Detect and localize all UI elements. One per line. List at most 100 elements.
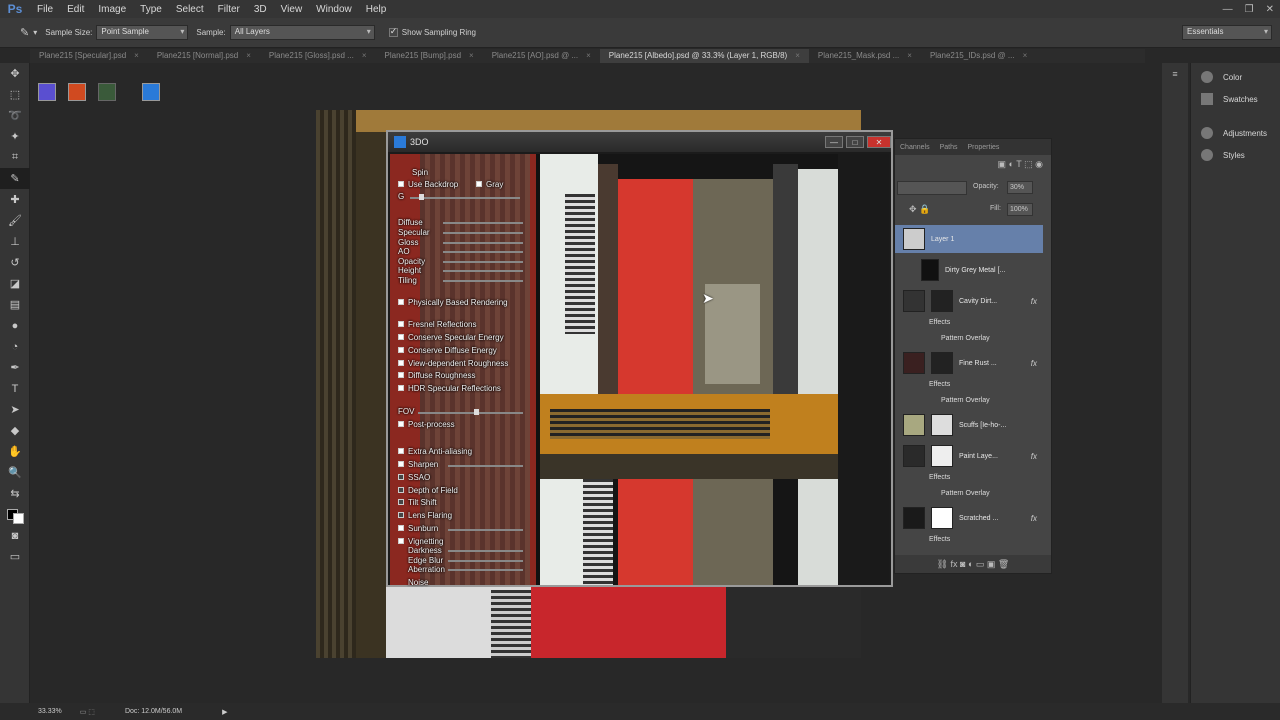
plugin-icon[interactable] [38, 83, 56, 101]
menu-filter[interactable]: Filter [211, 4, 247, 15]
tab-properties[interactable]: Properties [962, 144, 1004, 151]
close-icon[interactable]: × [246, 51, 251, 60]
eraser-tool-icon[interactable]: ◪ [0, 273, 30, 294]
conserve-spec-checkbox[interactable]: Conserve Specular Energy [398, 333, 504, 342]
conserve-diff-checkbox[interactable]: Conserve Diffuse Energy [398, 346, 497, 355]
menu-image[interactable]: Image [91, 4, 133, 15]
ssao-checkbox[interactable]: SSAO [398, 473, 430, 482]
blur-tool-icon[interactable]: ● [0, 315, 30, 336]
tab-mask[interactable]: Plane215_Mask.psd ... × [809, 49, 921, 63]
sample-size-select[interactable]: Point Sample [96, 25, 189, 40]
zoom-level[interactable]: 33.33% [38, 708, 62, 715]
close-icon[interactable]: × [469, 51, 474, 60]
close-icon[interactable]: ✕ [1266, 4, 1274, 15]
blend-mode-select[interactable] [897, 181, 967, 195]
extra-aa-checkbox[interactable]: Extra Anti-aliasing [398, 447, 472, 456]
maximize-button[interactable]: □ [846, 136, 864, 148]
3d-viewport[interactable] [390, 154, 889, 585]
layer-row[interactable]: Paint Laye... fx [895, 442, 1043, 470]
healing-tool-icon[interactable]: ✚ [0, 189, 30, 210]
plugin-icon[interactable] [98, 83, 116, 101]
close-icon[interactable]: × [586, 51, 591, 60]
brush-tool-icon[interactable]: 🖌 [0, 210, 30, 231]
type-tool-icon[interactable]: T [0, 378, 30, 399]
eyedropper-tool-icon[interactable]: ✎ [0, 168, 30, 189]
fx-icon[interactable]: fx [1031, 359, 1037, 368]
close-icon[interactable]: × [134, 51, 139, 60]
use-backdrop-checkbox[interactable]: Use Backdrop [398, 180, 458, 189]
spin-checkbox[interactable]: Spin [398, 168, 428, 177]
opacity-field[interactable]: 30% [1007, 181, 1033, 194]
panel-swatches[interactable]: Swatches [1191, 88, 1280, 110]
lens-flaring-checkbox[interactable]: Lens Flaring [398, 511, 452, 520]
panel-color[interactable]: Color [1191, 66, 1280, 88]
quick-mask-icon[interactable]: ◙ [0, 525, 30, 546]
pbr-checkbox[interactable]: Physically Based Rendering [398, 298, 508, 307]
status-arrow-icon[interactable]: ▶ [222, 708, 227, 716]
g-slider-thumb[interactable] [419, 194, 424, 200]
3do-window[interactable]: 3DO — □ ✕ Spin Use Backdrop Gray G Diffu… [386, 130, 893, 587]
layer-filter-icons[interactable]: ▣ ◐ T ⬚ ◉ [899, 159, 1049, 173]
fresnel-checkbox[interactable]: Fresnel Reflections [398, 320, 476, 329]
sunburn-slider[interactable] [448, 529, 523, 531]
fov-slider[interactable] [418, 412, 523, 414]
layer-row[interactable]: Cavity Dirt... fx [895, 287, 1043, 315]
layer-row[interactable]: Fine Rust ... fx [895, 349, 1043, 377]
crop-tool-icon[interactable]: ⌗ [0, 147, 30, 168]
menu-file[interactable]: File [30, 4, 60, 15]
tiling-slider[interactable] [443, 280, 523, 282]
menu-edit[interactable]: Edit [60, 4, 91, 15]
eyedropper-icon[interactable]: ✎ [20, 26, 29, 39]
workspace-select[interactable]: Essentials [1182, 25, 1272, 40]
fov-slider-thumb[interactable] [474, 409, 479, 415]
menu-window[interactable]: Window [309, 4, 359, 15]
gray-checkbox[interactable]: Gray [476, 180, 503, 189]
tab-specular[interactable]: Plane215 [Specular].psd × [30, 49, 148, 63]
plugin-icon[interactable] [68, 83, 86, 101]
vignetting-checkbox[interactable]: Vignetting [398, 537, 443, 546]
zoom-tool-icon[interactable]: 🔍 [0, 462, 30, 483]
chevron-down-icon[interactable]: ▾ [33, 28, 37, 37]
layers-footer-icons[interactable]: ⛓ fx ◙ ◐ ▭ ▣ 🗑 [895, 555, 1051, 573]
aberration-slider[interactable] [448, 569, 523, 571]
color-swatches-icon[interactable] [0, 504, 30, 525]
path-select-icon[interactable]: ➤ [0, 399, 30, 420]
screen-mode-icon[interactable]: ▭ [0, 546, 30, 567]
pen-tool-icon[interactable]: ✒ [0, 357, 30, 378]
panel-adjustments[interactable]: Adjustments [1191, 122, 1280, 144]
tab-channels[interactable]: Channels [895, 144, 935, 151]
layer-row[interactable]: Scratched ... fx [895, 504, 1043, 532]
gradient-tool-icon[interactable]: ▤ [0, 294, 30, 315]
history-brush-icon[interactable]: ↺ [0, 252, 30, 273]
menu-view[interactable]: View [274, 4, 310, 15]
sharpen-checkbox[interactable]: Sharpen [398, 460, 438, 469]
3do-titlebar[interactable]: 3DO — □ ✕ [388, 132, 891, 152]
edge-blur-slider[interactable] [448, 560, 523, 562]
fill-field[interactable]: 100% [1007, 203, 1033, 216]
close-icon[interactable]: × [907, 51, 912, 60]
hdr-spec-checkbox[interactable]: HDR Specular Reflections [398, 384, 501, 393]
tab-ao[interactable]: Plane215 [AO].psd @ ... × [483, 49, 600, 63]
close-icon[interactable]: × [795, 51, 800, 60]
sample-select[interactable]: All Layers [229, 25, 375, 40]
tab-paths[interactable]: Paths [935, 144, 963, 151]
close-icon[interactable]: × [1023, 51, 1028, 60]
g-slider[interactable] [410, 197, 520, 199]
panel-styles[interactable]: Styles [1191, 144, 1280, 166]
menu-select[interactable]: Select [169, 4, 211, 15]
layer-row[interactable]: Dirty Grey Metal [... [895, 256, 1043, 284]
hand-tool-icon[interactable]: ✋ [0, 441, 30, 462]
view-rough-checkbox[interactable]: View-dependent Roughness [398, 359, 508, 368]
tab-normal[interactable]: Plane215 [Normal].psd × [148, 49, 260, 63]
lock-icons[interactable]: ✥ 🔒 [909, 204, 930, 215]
darkness-slider[interactable] [448, 550, 523, 552]
show-ring-checkbox[interactable] [388, 26, 398, 37]
layer-row[interactable]: Scuffs [Ie-ho-... [895, 411, 1043, 439]
dof-checkbox[interactable]: Depth of Field [398, 486, 458, 495]
fx-icon[interactable]: fx [1031, 514, 1037, 523]
restore-icon[interactable]: ❐ [1245, 4, 1254, 15]
3do-launch-icon[interactable] [142, 83, 160, 101]
specular-slider[interactable] [443, 232, 523, 234]
tab-ids[interactable]: Plane215_IDs.psd @ ... × [921, 49, 1036, 63]
lasso-tool-icon[interactable]: ➰ [0, 105, 30, 126]
